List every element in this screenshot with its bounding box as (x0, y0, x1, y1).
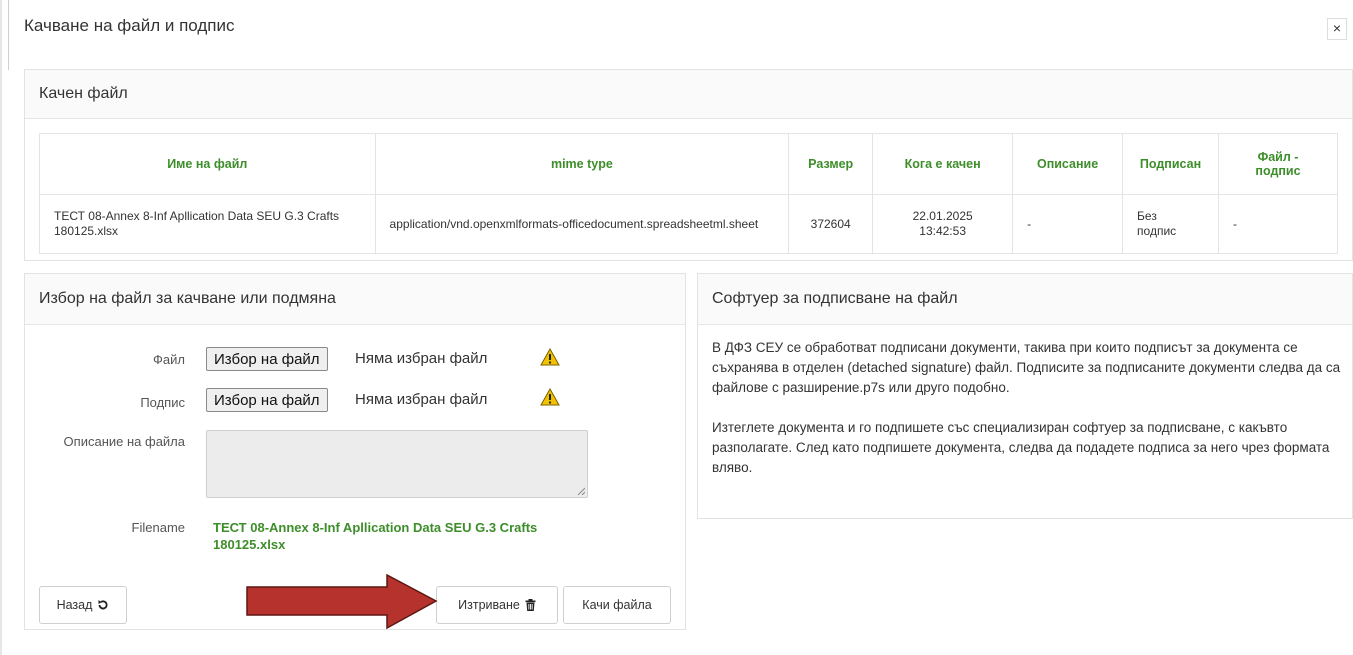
signing-software-panel-title: Софтуер за подписване на файл (698, 274, 1352, 325)
column-header-uploaded-at: Кога е качен (872, 133, 1014, 195)
uploaded-file-panel-title: Качен файл (25, 70, 1352, 119)
filename-label: Filename (131, 520, 185, 535)
cell-description: - (1012, 194, 1124, 254)
table-row: ТЕСТ 08-Annex 8-Inf Apllication Data SEU… (39, 194, 1338, 254)
cell-signed: Без подпис (1122, 194, 1220, 254)
cell-mime: application/vnd.openxmlformats-officedoc… (374, 194, 790, 254)
delete-label: Изтриване (458, 598, 520, 612)
warning-icon (540, 388, 560, 406)
resize-grip-icon[interactable] (577, 487, 585, 495)
software-paragraph-2: Изтеглете документа и го подпишете със с… (712, 420, 1330, 475)
table-header-row: Име на файл mime type Размер Кога е каче… (39, 133, 1338, 195)
description-label: Описание на файла (63, 434, 185, 449)
no-file-text: Няма избран файл (355, 350, 488, 367)
file-picker-panel-title: Избор на файл за качване или подмяна (25, 274, 685, 325)
delete-button[interactable]: Изтриване (436, 586, 558, 624)
cell-signature-file: - (1218, 194, 1338, 254)
signature-label: Подпис (140, 395, 185, 410)
back-label: Назад (56, 598, 93, 612)
column-header-size: Размер (788, 133, 874, 195)
filename-value: ТЕСТ 08-Annex 8-Inf Apllication Data SEU… (213, 520, 538, 552)
column-header-signature-file: Файл - подпис (1218, 133, 1338, 195)
red-arrow-icon (246, 574, 438, 630)
close-button[interactable]: × (1327, 18, 1347, 40)
no-signature-text: Няма избран файл (355, 391, 488, 408)
left-edge-tick (8, 0, 9, 70)
choose-file-button[interactable]: Избор на файл (206, 347, 328, 371)
warning-icon (540, 348, 560, 366)
uploaded-files-table: Име на файл mime type Размер Кога е каче… (39, 133, 1338, 254)
cell-uploaded-at: 22.01.2025 13:42:53 (872, 194, 1014, 254)
column-header-signed: Подписан (1122, 133, 1220, 195)
software-paragraph-1: В ДФЗ СЕУ се обработват подписани докуме… (712, 340, 1341, 395)
refresh-icon (98, 600, 108, 610)
left-edge (0, 0, 2, 655)
uploaded-file-panel: Качен файл Име на файл mime type Размер … (24, 69, 1353, 261)
signing-software-text: В ДФЗ СЕУ се обработват подписани докуме… (712, 338, 1342, 498)
description-textarea[interactable] (206, 430, 588, 498)
cell-name: ТЕСТ 08-Annex 8-Inf Apllication Data SEU… (39, 194, 376, 254)
column-header-mime: mime type (374, 133, 790, 195)
close-icon: × (1332, 20, 1342, 36)
cell-size: 372604 (788, 194, 874, 254)
column-header-name: Име на файл (39, 133, 376, 195)
upload-button[interactable]: Качи файла (563, 586, 671, 624)
signing-software-panel: Софтуер за подписване на файл В ДФЗ СЕУ … (697, 273, 1353, 519)
column-header-description: Описание (1012, 133, 1124, 195)
choose-signature-button[interactable]: Избор на файл (206, 388, 328, 412)
back-button[interactable]: Назад (39, 586, 127, 624)
modal-title: Качване на файл и подпис (24, 16, 235, 35)
trash-icon (525, 599, 536, 611)
file-label: Файл (153, 352, 185, 367)
